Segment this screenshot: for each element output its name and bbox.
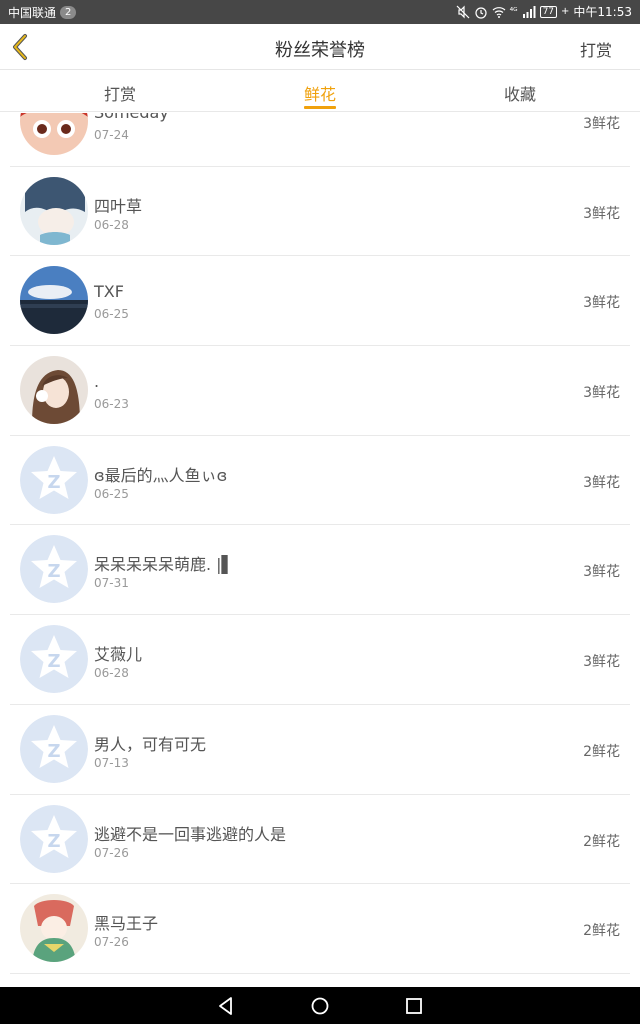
fan-name: TXF: [94, 282, 124, 302]
carrier-label: 中国联通: [8, 6, 57, 20]
tab-favorites[interactable]: 收藏: [480, 81, 560, 105]
fan-list-item[interactable]: Z 逃避不是一回事逃避的人是 07-26 2鲜花: [10, 795, 630, 885]
fan-date: 07-31: [94, 576, 129, 591]
tab-bar: 打赏 鲜花 收藏: [0, 70, 640, 112]
flower-count: 2鲜花: [583, 923, 620, 940]
page-title: 粉丝荣誉榜: [275, 40, 365, 61]
fan-date: 07-13: [94, 755, 129, 770]
avatar[interactable]: [20, 266, 88, 335]
avatar[interactable]: Z: [20, 714, 88, 783]
wifi-icon: [492, 6, 505, 18]
fan-date: 07-26: [94, 845, 129, 860]
flower-count: 3鲜花: [583, 654, 620, 671]
fan-list-item[interactable]: 黑马王子 07-26 2鲜花: [10, 884, 630, 974]
flower-count: 3鲜花: [583, 564, 620, 581]
charging-icon: +: [561, 6, 570, 17]
avatar[interactable]: [20, 356, 88, 425]
avatar[interactable]: [20, 894, 88, 963]
fan-date: 06-25: [94, 307, 129, 322]
fan-name: Someday: [94, 113, 169, 122]
flower-count: 2鲜花: [583, 743, 620, 760]
mute-icon: [456, 5, 469, 18]
battery-icon: 77: [539, 5, 558, 18]
tab-reward[interactable]: 打赏: [80, 81, 160, 105]
fan-list-item[interactable]: Z 呆呆呆呆呆萌鹿. |▌ 07-31 3鲜花: [10, 525, 630, 616]
avatar[interactable]: Z: [20, 625, 88, 694]
back-triangle-icon[interactable]: [215, 995, 237, 1017]
fan-list-item[interactable]: 四叶草 06-28 3鲜花: [10, 167, 630, 257]
avatar[interactable]: Z: [20, 445, 88, 514]
fan-date: 06-25: [94, 486, 129, 501]
flower-count: 3鲜花: [583, 474, 620, 491]
reward-button[interactable]: 打赏: [580, 37, 612, 61]
home-circle-icon[interactable]: [309, 995, 331, 1017]
fan-list-item[interactable]: Zɞ最后的灬人鱼ぃɞ 06-25 3鲜花: [10, 436, 630, 526]
clock: 中午11:53: [573, 5, 632, 19]
alarm-icon: [474, 6, 487, 19]
tab-flowers[interactable]: 鲜花: [280, 81, 360, 105]
network-type: ⁴ᴳ: [509, 6, 518, 17]
status-bar: 中国联通 2 ⁴ᴳ 77 + 中午11:53: [0, 0, 640, 24]
flower-count: 3鲜花: [583, 116, 620, 132]
fan-name: ɞ最后的灬人鱼ぃɞ: [94, 465, 228, 485]
notification-badge: 2: [60, 6, 77, 19]
flower-count: 3鲜花: [583, 205, 620, 222]
fan-name: 逃避不是一回事逃避的人是: [94, 824, 287, 844]
avatar[interactable]: Z: [20, 535, 88, 604]
flower-count: 2鲜花: [583, 833, 620, 850]
avatar[interactable]: [20, 176, 88, 245]
header-bar: 粉丝荣誉榜 打赏: [0, 24, 640, 70]
system-nav-bar: [0, 987, 640, 1024]
fan-list[interactable]: Someday07-243鲜花四叶草06-283鲜花TXF06-253鲜花.06…: [0, 113, 640, 987]
avatar[interactable]: [20, 113, 88, 155]
fan-name: 艾薇儿: [94, 645, 143, 665]
fan-name: 男人，可有可无: [94, 734, 207, 754]
fan-list-item[interactable]: TXF 06-25 3鲜花: [10, 256, 630, 347]
fan-name: 四叶草: [94, 196, 143, 216]
fan-date: 06-23: [94, 397, 129, 412]
avatar[interactable]: Z: [20, 804, 88, 873]
fan-date: 07-24: [94, 128, 129, 142]
flower-count: 3鲜花: [583, 295, 620, 312]
svg-text:Z: Z: [47, 741, 60, 762]
fan-name: 呆呆呆呆呆萌鹿. |▌: [94, 555, 234, 575]
fan-date: 06-28: [94, 666, 129, 681]
recents-square-icon[interactable]: [403, 995, 425, 1017]
svg-text:Z: Z: [47, 831, 60, 852]
fan-date: 07-26: [94, 935, 129, 950]
svg-text:Z: Z: [47, 472, 60, 493]
svg-text:Z: Z: [47, 561, 60, 582]
fan-list-item[interactable]: Z 男人，可有可无 07-13 2鲜花: [10, 705, 630, 795]
fan-list-item[interactable]: Z 艾薇儿 06-28 3鲜花: [10, 615, 630, 705]
fan-name: 黑马王子: [94, 914, 159, 934]
active-tab-indicator: [304, 106, 336, 109]
fan-date: 06-28: [94, 217, 129, 232]
signal-icon: [522, 5, 536, 18]
svg-text:Z: Z: [47, 651, 60, 672]
fan-name: .: [94, 372, 100, 392]
flower-count: 3鲜花: [583, 385, 620, 402]
fan-list-item[interactable]: Someday 07-24 3鲜花: [10, 113, 630, 167]
fan-list-item[interactable]: . 06-23 3鲜花: [10, 346, 630, 436]
